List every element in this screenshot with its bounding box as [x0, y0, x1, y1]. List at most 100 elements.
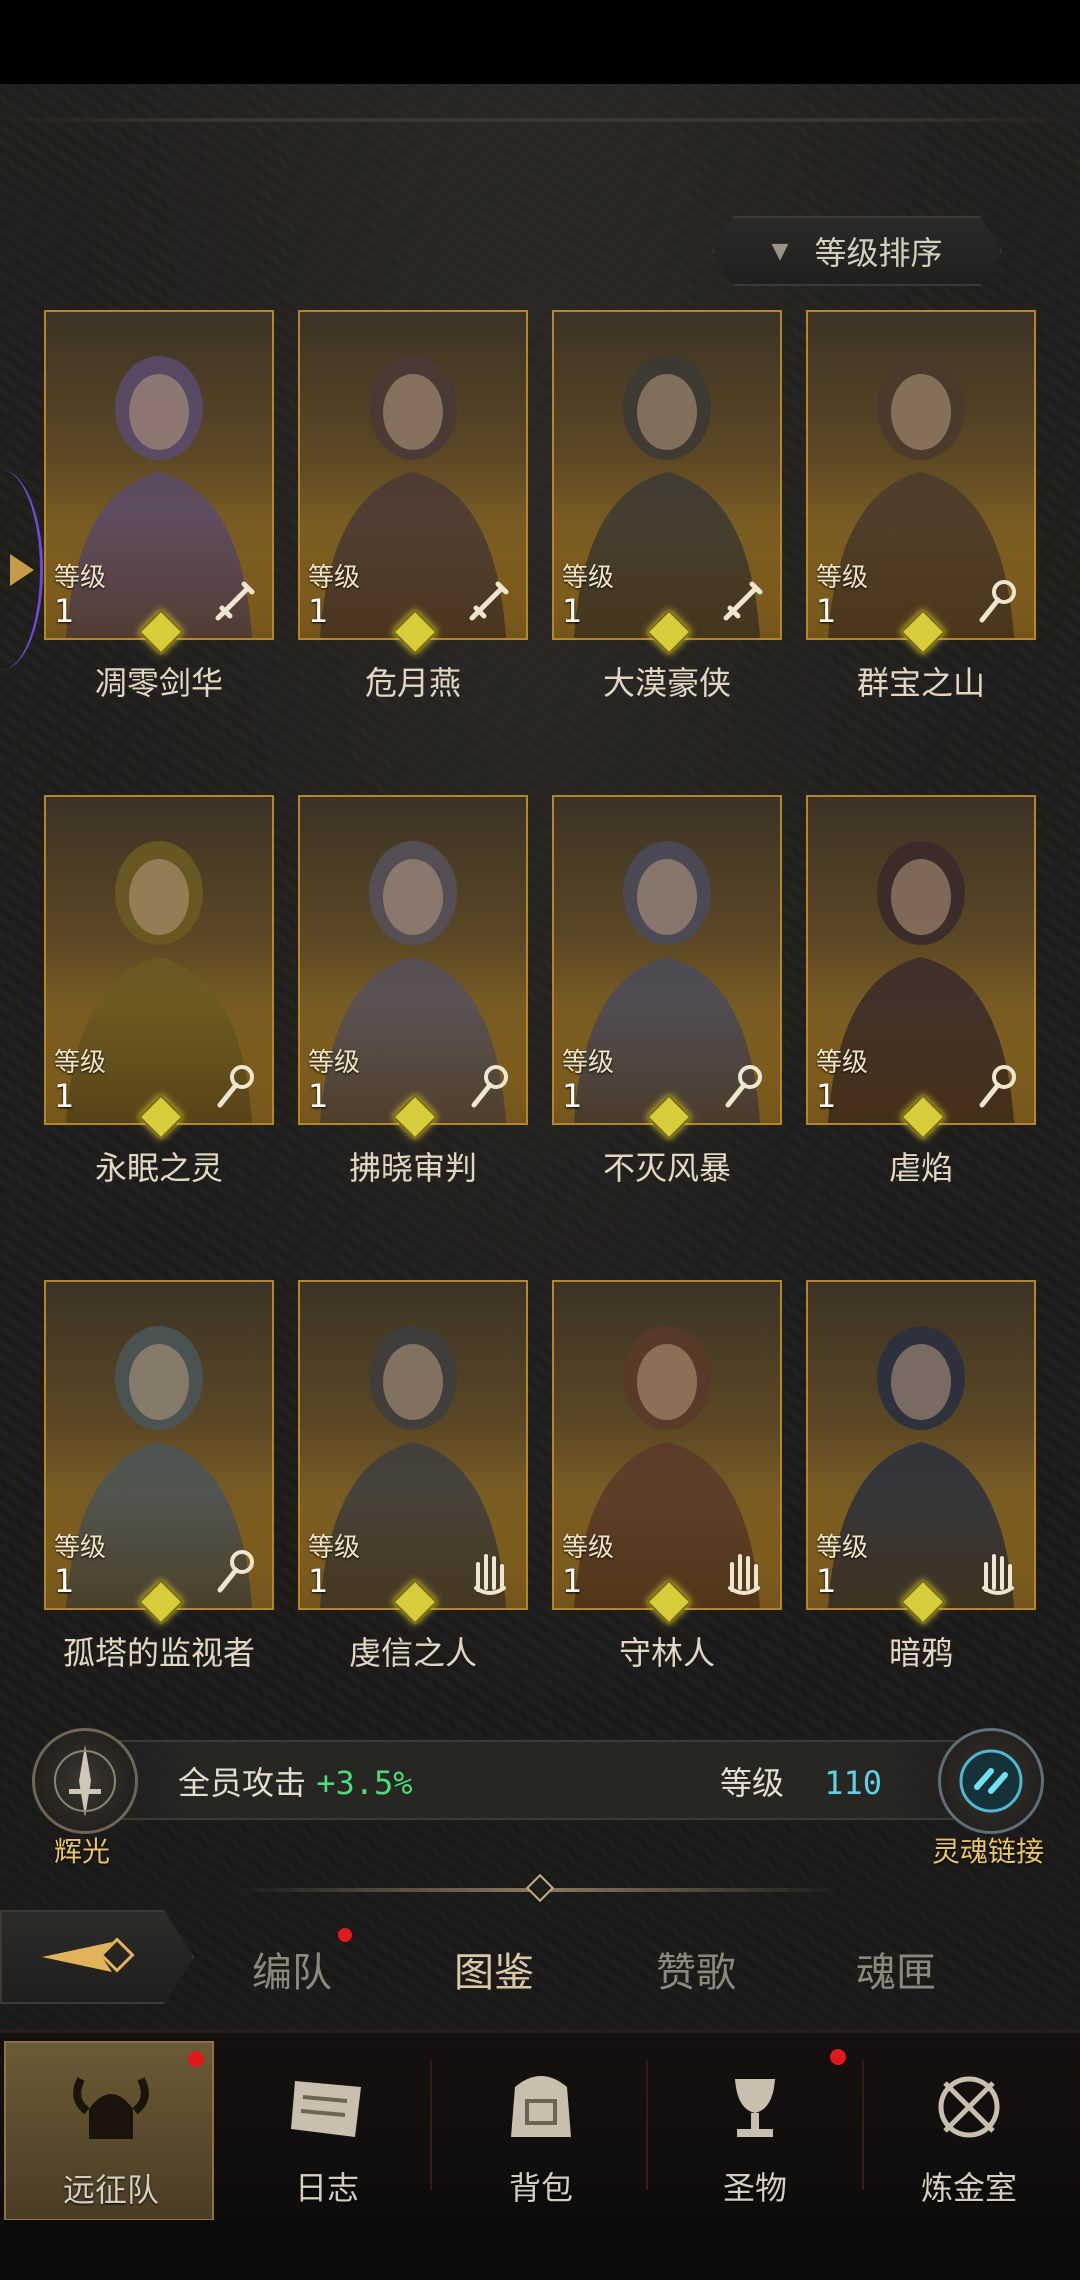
hand-icon	[982, 1554, 1014, 1595]
hero-level-value: 1	[54, 1562, 75, 1600]
total-level-value: 110	[824, 1764, 882, 1802]
back-arrow-icon	[2, 1912, 162, 2002]
nav-separator	[646, 2060, 658, 2190]
hero-card[interactable]: 等级 1 永眠之灵	[44, 795, 274, 1187]
hero-card[interactable]: 等级 1 凋零剑华	[44, 310, 274, 702]
hero-name: 守林人	[618, 1634, 715, 1672]
alchemy-icon	[938, 2076, 1000, 2138]
total-level: 等级 110	[720, 1758, 882, 1804]
hero-frame: 等级 1	[44, 310, 274, 640]
sort-by-level-button[interactable]: ▼ 等级排序	[712, 216, 1002, 286]
hero-level-label: 等级	[562, 563, 615, 593]
side-drawer-tab[interactable]	[0, 470, 43, 670]
hand-icon	[474, 1554, 506, 1595]
soul-link-label: 灵魂链接	[931, 1835, 1044, 1868]
nav-relics[interactable]: 圣物	[650, 2041, 860, 2221]
tab-soul-box-label: 魂匣	[856, 1950, 936, 1996]
hero-level-value: 1	[308, 1562, 329, 1600]
staff-icon	[217, 1550, 254, 1593]
nav-bag[interactable]: 背包	[436, 2041, 646, 2221]
hero-card[interactable]: 等级 1 虐焰	[806, 795, 1036, 1187]
viking-helmet-icon	[73, 2077, 149, 2139]
hero-card[interactable]: 等级 1 暗鸦	[806, 1280, 1036, 1672]
tab-hymn[interactable]: 赞歌	[656, 1940, 736, 1998]
hand-icon	[728, 1554, 760, 1595]
hero-level-value: 1	[562, 1077, 583, 1115]
hero-frame: 等级 1	[298, 1280, 528, 1610]
bottom-navigation: 远征队 日志 背包 圣物 炼金室	[0, 2030, 1080, 2223]
hero-frame: 等级 1	[806, 795, 1036, 1125]
hero-frame: 等级 1	[298, 310, 528, 640]
nav-alchemy[interactable]: 炼金室	[864, 2041, 1074, 2221]
sword-icon	[215, 581, 255, 621]
hero-name: 群宝之山	[856, 664, 985, 702]
tab-codex[interactable]: 图鉴	[454, 1940, 534, 1998]
hero-level-value: 1	[816, 592, 837, 630]
notification-dot	[188, 2051, 204, 2067]
tab-formation[interactable]: 编队	[252, 1928, 352, 1998]
hero-level-value: 1	[562, 1562, 583, 1600]
hero-name: 凋零剑华	[94, 664, 223, 702]
tab-soul-box[interactable]: 魂匣	[856, 1940, 936, 1998]
section-divider	[240, 1873, 840, 1903]
hero-frame: 等级 1	[44, 795, 274, 1125]
hero-name: 永眠之灵	[94, 1149, 223, 1187]
staff-icon	[471, 1065, 508, 1108]
scroll-icon	[291, 2081, 361, 2137]
radiance-emblem[interactable]: 辉光	[12, 1710, 152, 1868]
team-attack-bonus: 全员攻击 +3.5%	[178, 1758, 413, 1804]
backpack-icon	[511, 2076, 571, 2137]
soul-link-button[interactable]: 灵魂链接	[918, 1710, 1058, 1868]
hero-name: 暗鸦	[888, 1634, 953, 1672]
hero-name: 孤塔的监视者	[62, 1634, 255, 1672]
tab-codex-label: 图鉴	[454, 1950, 534, 1996]
notification-dot	[338, 1928, 352, 1942]
hero-card[interactable]: 等级 1 危月燕	[298, 310, 528, 702]
nav-expedition-label: 远征队	[62, 2171, 159, 2209]
hero-card[interactable]: 等级 1 群宝之山	[806, 310, 1036, 702]
hero-card[interactable]: 等级 1 不灭风暴	[552, 795, 782, 1187]
staff-icon	[725, 1065, 762, 1108]
hero-frame: 等级 1	[552, 795, 782, 1125]
hero-level-label: 等级	[54, 563, 107, 593]
notification-dot	[830, 2049, 846, 2065]
nav-separator	[430, 2060, 442, 2190]
nav-expedition[interactable]: 远征队	[4, 2041, 214, 2221]
hero-frame: 等级 1	[806, 1280, 1036, 1610]
bonus-value: +3.5%	[316, 1764, 413, 1802]
hero-level-label: 等级	[816, 1048, 869, 1078]
chalice-icon	[735, 2079, 775, 2137]
hero-name: 拂晓审判	[348, 1149, 477, 1187]
hero-level-label: 等级	[308, 1533, 361, 1563]
hero-card[interactable]: 等级 1 大漠豪侠	[552, 310, 782, 702]
hero-level-value: 1	[562, 592, 583, 630]
sort-label: 等级排序	[814, 234, 943, 272]
expand-arrow-icon	[10, 554, 34, 586]
back-button[interactable]	[0, 1910, 194, 2004]
hero-level-label: 等级	[54, 1533, 107, 1563]
staff-icon	[979, 580, 1016, 623]
sword-icon	[469, 581, 509, 621]
nav-journal[interactable]: 日志	[222, 2041, 432, 2221]
hero-level-value: 1	[54, 1077, 75, 1115]
hero-card[interactable]: 等级 1 守林人	[552, 1280, 782, 1672]
hero-card[interactable]: 等级 1 孤塔的监视者	[44, 1280, 274, 1672]
hero-level-value: 1	[308, 592, 329, 630]
hero-level-label: 等级	[816, 1533, 869, 1563]
bonus-bar: 辉光 全员攻击 +3.5% 等级 110 灵魂链接	[0, 1700, 1080, 1870]
hero-frame: 等级 1	[806, 310, 1036, 640]
sword-icon	[723, 581, 763, 621]
hero-level-value: 1	[816, 1077, 837, 1115]
hero-level-label: 等级	[308, 1048, 361, 1078]
sub-tab-bar: 编队 图鉴 赞歌 魂匣	[0, 1900, 1080, 2030]
hero-card[interactable]: 等级 1 拂晓审判	[298, 795, 528, 1187]
gesture-area	[0, 2220, 1080, 2280]
hero-level-label: 等级	[54, 1048, 107, 1078]
hero-level-label: 等级	[562, 1533, 615, 1563]
tab-formation-label: 编队	[252, 1950, 332, 1996]
hero-name: 大漠豪侠	[602, 664, 731, 702]
soul-link-icon	[938, 1728, 1044, 1834]
hero-card[interactable]: 等级 1 虔信之人	[298, 1280, 528, 1672]
nav-bag-label: 背包	[508, 2169, 573, 2207]
staff-icon	[979, 1065, 1016, 1108]
